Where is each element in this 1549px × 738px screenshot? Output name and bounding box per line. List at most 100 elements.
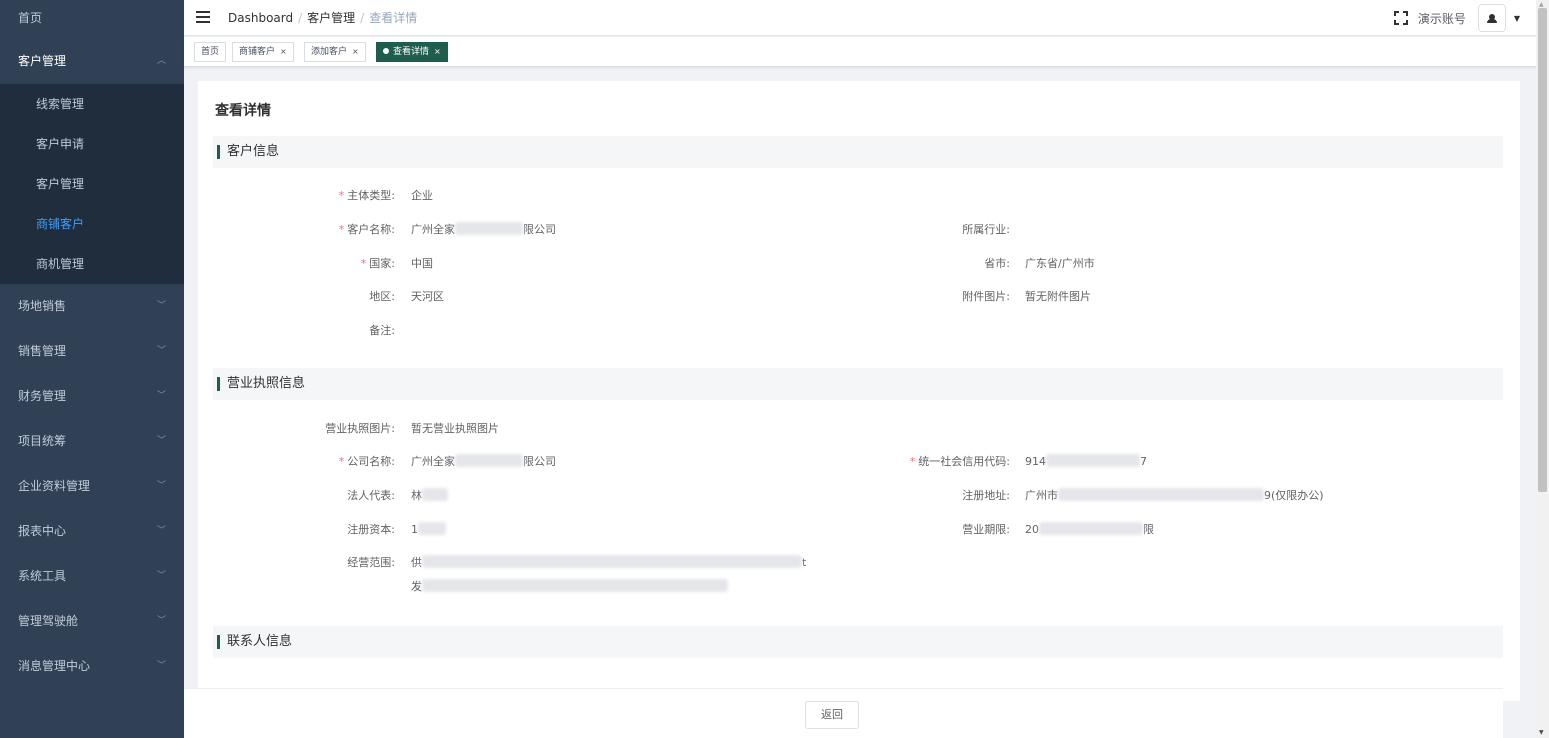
account-name[interactable]: 演示账号 bbox=[1418, 10, 1466, 27]
scrollbar[interactable]: ▲ ▼ bbox=[1536, 0, 1549, 738]
label-text: 客户名称: bbox=[347, 223, 395, 236]
footer-bar: 返回 bbox=[184, 688, 1503, 738]
scrollbar-thumb[interactable] bbox=[1538, 8, 1547, 492]
required-mark: * bbox=[338, 223, 345, 236]
sidebar-item-label: 报表中心 bbox=[18, 524, 67, 538]
breadcrumb: Dashboard / 客户管理 / 查看详情 bbox=[228, 0, 417, 36]
fullscreen-icon[interactable] bbox=[1393, 11, 1408, 25]
caret-down-icon[interactable]: ▼ bbox=[1514, 14, 1520, 23]
chevron-down-icon: ﹀ bbox=[156, 661, 166, 671]
field-value-district: 天河区 bbox=[411, 290, 444, 303]
field-label-credit-code: * 统一社会信用代码: bbox=[910, 454, 1010, 470]
sidebar-subitem-customer-management[interactable]: 客户管理 bbox=[0, 164, 184, 204]
redacted-block bbox=[455, 222, 523, 235]
tag-shop-customer[interactable]: 商铺客户 × bbox=[232, 42, 294, 62]
field-value-company-name: 广州全家 限公司 bbox=[411, 454, 556, 470]
page-title: 查看详情 bbox=[215, 103, 271, 119]
value-text: 限公司 bbox=[523, 223, 556, 236]
field-value-credit-code: 914 7 bbox=[1025, 454, 1147, 470]
hamburger-icon[interactable] bbox=[196, 11, 210, 23]
app-root: 首页 客户管理 ︿ 线索管理 客户申请 客户管理 商铺客户 商机管理 场地销售 ﹀ … bbox=[0, 0, 1549, 738]
sidebar: 首页 客户管理 ︿ 线索管理 客户申请 客户管理 商铺客户 商机管理 场地销售 ﹀ … bbox=[0, 0, 184, 738]
sidebar-item-cockpit[interactable]: 管理驾驶舱 ﹀ bbox=[0, 599, 184, 644]
value-text: 1 bbox=[411, 523, 418, 536]
tag-view-detail[interactable]: 查看详情 × bbox=[376, 42, 448, 62]
field-value-license-image: 暂无营业执照图片 bbox=[411, 422, 499, 435]
sidebar-item-projects[interactable]: 项目统筹 ﹀ bbox=[0, 419, 184, 464]
value-text: 限公司 bbox=[523, 455, 556, 468]
field-label-remark: 备注: bbox=[369, 324, 395, 337]
scroll-up-arrow-icon[interactable]: ▲ bbox=[1539, 1, 1544, 8]
field-value-legal-rep: 林 bbox=[411, 488, 448, 504]
breadcrumb-separator: / bbox=[360, 11, 365, 25]
tag-label: 商铺客户 bbox=[239, 47, 276, 57]
field-label-address: 注册地址: bbox=[962, 489, 1010, 502]
field-value-business-scope-line2: 发 bbox=[411, 579, 728, 595]
value-text: 广州全家 bbox=[411, 223, 455, 236]
detail-card: 查看详情 客户信息 * 主体类型: 企业 * 客户名称: 广州全家 限公司 所属行业:… bbox=[198, 81, 1520, 701]
label-text: 主体类型: bbox=[347, 189, 395, 202]
value-text: 20 bbox=[1025, 523, 1039, 536]
field-label-entity-type: * 主体类型: bbox=[339, 188, 395, 204]
breadcrumb-item-dashboard[interactable]: Dashboard bbox=[228, 11, 293, 25]
sidebar-item-messages[interactable]: 消息管理中心 ﹀ bbox=[0, 644, 184, 689]
sidebar-subitem-label: 线索管理 bbox=[36, 97, 85, 111]
sidebar-item-label: 系统工具 bbox=[18, 569, 67, 583]
sidebar-item-sales-management[interactable]: 销售管理 ﹀ bbox=[0, 329, 184, 374]
tag-add-customer[interactable]: 添加客户 × bbox=[304, 42, 366, 62]
field-label-country: * 国家: bbox=[361, 256, 395, 272]
close-icon[interactable]: × bbox=[280, 47, 287, 56]
sidebar-item-company-docs[interactable]: 企业资料管理 ﹀ bbox=[0, 464, 184, 509]
field-value-province: 广东省/广州市 bbox=[1025, 257, 1095, 270]
breadcrumb-item-customer[interactable]: 客户管理 bbox=[307, 11, 355, 25]
sidebar-subitem-opportunity[interactable]: 商机管理 bbox=[0, 244, 184, 284]
sidebar-item-label: 消息管理中心 bbox=[18, 659, 91, 673]
value-text: 7 bbox=[1140, 455, 1147, 468]
required-mark: * bbox=[338, 189, 345, 202]
section-customer-info: 客户信息 bbox=[213, 136, 1503, 168]
sidebar-subitem-shop-customer[interactable]: 商铺客户 bbox=[0, 204, 184, 244]
sidebar-item-system-tools[interactable]: 系统工具 ﹀ bbox=[0, 554, 184, 599]
close-icon[interactable]: × bbox=[352, 47, 359, 56]
field-value-entity-type: 企业 bbox=[411, 189, 433, 202]
sidebar-item-home[interactable]: 首页 bbox=[0, 0, 184, 39]
avatar[interactable] bbox=[1477, 4, 1506, 32]
sidebar-subitem-leads[interactable]: 线索管理 bbox=[0, 84, 184, 124]
sidebar-item-label: 财务管理 bbox=[18, 389, 67, 403]
chevron-up-icon: ︿ bbox=[156, 56, 166, 66]
sidebar-subitem-label: 客户管理 bbox=[36, 177, 85, 191]
redacted-block bbox=[422, 488, 448, 501]
value-text: 供 bbox=[411, 556, 422, 569]
required-mark: * bbox=[909, 455, 916, 468]
field-label-attachment: 附件图片: bbox=[962, 290, 1010, 303]
field-value-country: 中国 bbox=[411, 257, 433, 270]
breadcrumb-separator: / bbox=[298, 11, 303, 25]
chevron-down-icon: ﹀ bbox=[156, 301, 166, 311]
sidebar-item-reports[interactable]: 报表中心 ﹀ bbox=[0, 509, 184, 554]
sidebar-item-venue-sales[interactable]: 场地销售 ﹀ bbox=[0, 284, 184, 329]
redacted-block bbox=[422, 579, 728, 592]
tag-label: 首页 bbox=[201, 47, 220, 57]
sidebar-item-customer-management[interactable]: 客户管理 ︿ bbox=[0, 39, 184, 84]
field-value-business-scope-line1: 供t bbox=[411, 555, 806, 571]
value-text: 限 bbox=[1143, 523, 1154, 536]
sidebar-item-finance[interactable]: 财务管理 ﹀ bbox=[0, 374, 184, 419]
field-label-capital: 注册资本: bbox=[347, 523, 395, 536]
chevron-down-icon: ﹀ bbox=[156, 346, 166, 356]
tag-home[interactable]: 首页 bbox=[194, 42, 227, 62]
required-mark: * bbox=[338, 455, 345, 468]
field-value-business-term: 20 限 bbox=[1025, 522, 1154, 538]
close-icon[interactable]: × bbox=[434, 47, 441, 56]
sidebar-item-label: 管理驾驶舱 bbox=[18, 614, 79, 628]
breadcrumb-item-current: 查看详情 bbox=[369, 11, 418, 25]
field-label-customer-name: * 客户名称: bbox=[339, 222, 395, 238]
field-label-district: 地区: bbox=[369, 290, 395, 303]
field-value-customer-name: 广州全家 限公司 bbox=[411, 222, 556, 238]
tags-view: 首页 商铺客户 × 添加客户 × 查看详情 × bbox=[184, 37, 1536, 67]
back-button[interactable]: 返回 bbox=[805, 701, 859, 729]
scroll-down-arrow-icon[interactable]: ▼ bbox=[1539, 729, 1544, 736]
redacted-block bbox=[422, 555, 802, 568]
sidebar-subitem-label: 商机管理 bbox=[36, 257, 85, 271]
sidebar-subitem-customer-apply[interactable]: 客户申请 bbox=[0, 124, 184, 164]
redacted-block bbox=[1058, 488, 1264, 501]
